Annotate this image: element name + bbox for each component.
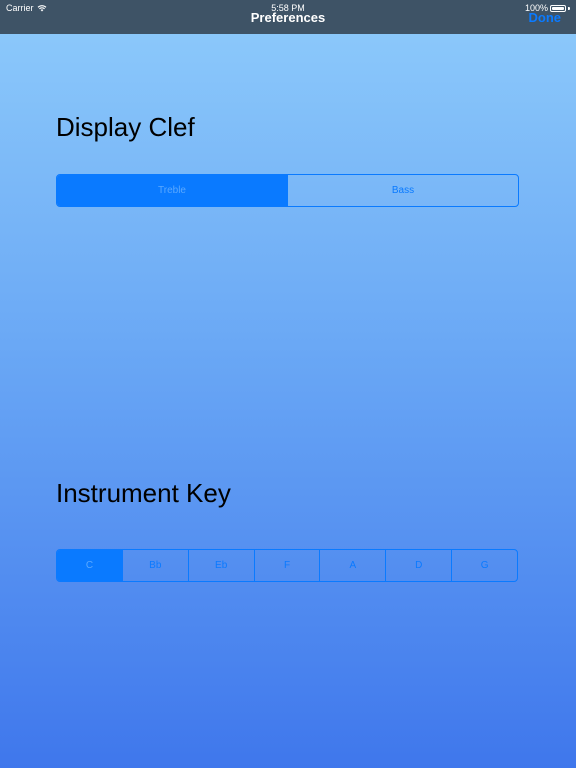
segment-key-c[interactable]: C — [57, 550, 122, 581]
segment-key-d[interactable]: D — [385, 550, 451, 581]
display-clef-heading: Display Clef — [56, 112, 195, 142]
navigation-bar: Carrier 5:58 PM 100% Preferences Done — [0, 0, 576, 34]
segment-bass[interactable]: Bass — [287, 175, 518, 206]
key-segmented-control: C Bb Eb F A D G — [56, 549, 518, 582]
segment-treble[interactable]: Treble — [57, 175, 287, 206]
done-button[interactable]: Done — [529, 10, 562, 25]
segment-key-bb[interactable]: Bb — [121, 550, 188, 581]
segment-key-g[interactable]: G — [451, 550, 517, 581]
segment-key-eb[interactable]: Eb — [187, 550, 254, 581]
segment-key-a[interactable]: A — [319, 550, 385, 581]
segment-key-f[interactable]: F — [253, 550, 320, 581]
instrument-key-heading: Instrument Key — [56, 478, 231, 508]
page-title: Preferences — [250, 10, 326, 25]
clef-segmented-control: Treble Bass — [56, 174, 519, 207]
preferences-screen: Carrier 5:58 PM 100% Preferences Done Di… — [0, 0, 576, 768]
